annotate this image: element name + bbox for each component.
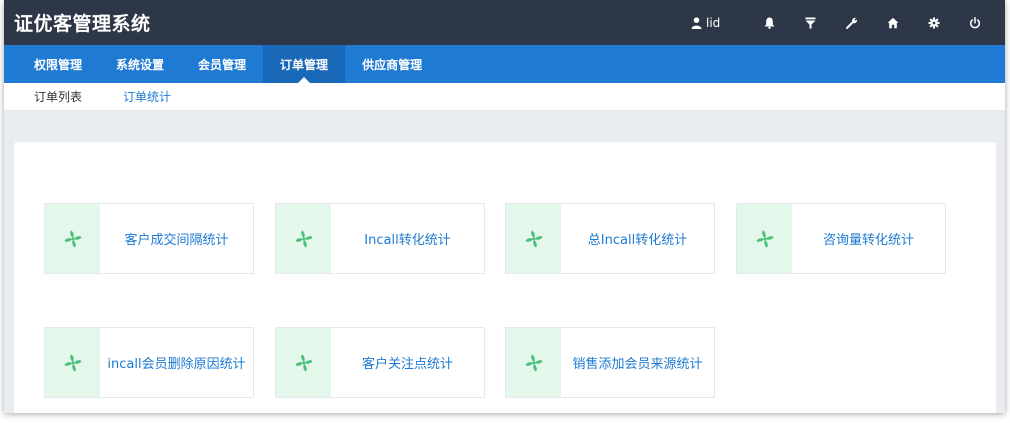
stat-card-member-deletion-reasons[interactable]: incall会员删除原因统计 [44, 327, 254, 398]
stats-panel: 客户成交间隔统计 Incall转化统计 总Incall转化统计 咨询量转化统计 … [14, 142, 996, 413]
subnav-item-order-list[interactable]: 订单列表 [34, 88, 82, 105]
nav-item-system-settings[interactable]: 系统设置 [99, 45, 181, 83]
top-icons: lid [691, 0, 995, 45]
tools-button[interactable] [831, 0, 872, 45]
card-icon-area [506, 328, 561, 397]
notifications-button[interactable] [749, 0, 790, 45]
nav-item-members[interactable]: 会员管理 [181, 45, 263, 83]
gear-icon [928, 17, 939, 28]
stat-card-customer-focus[interactable]: 客户关注点统计 [275, 327, 485, 398]
pinwheel-icon [525, 354, 542, 371]
nav-item-permissions[interactable]: 权限管理 [17, 45, 99, 83]
card-label: Incall转化统计 [364, 233, 451, 248]
app-title: 证优客管理系统 [14, 13, 151, 35]
card-icon-area [506, 204, 561, 273]
logout-button[interactable] [954, 0, 995, 45]
app-window: 证优客管理系统 lid 权限管理 系统设置 会员管理 订单管理 供应商管理 订单… [4, 0, 1005, 413]
subnav-item-order-stats[interactable]: 订单统计 [123, 88, 171, 105]
sub-nav: 订单列表 订单统计 [4, 83, 1005, 111]
card-label: 销售添加会员来源统计 [572, 357, 703, 372]
pinwheel-icon [64, 230, 81, 247]
home-icon [887, 17, 898, 28]
card-icon-area [276, 328, 331, 397]
main-nav: 权限管理 系统设置 会员管理 订单管理 供应商管理 [4, 45, 1005, 83]
filter-button[interactable] [790, 0, 831, 45]
nav-item-orders[interactable]: 订单管理 [263, 45, 346, 83]
settings-button[interactable] [913, 0, 954, 45]
power-icon [969, 16, 980, 28]
card-icon-area [276, 204, 331, 273]
pinwheel-icon [525, 230, 542, 247]
pinwheel-icon [756, 230, 773, 247]
home-button[interactable] [872, 0, 913, 45]
stat-card-total-incall-conversion[interactable]: 总Incall转化统计 [505, 203, 715, 274]
pinwheel-icon [295, 354, 312, 371]
bell-icon [764, 17, 775, 29]
wrench-icon [845, 17, 857, 29]
stat-card-member-source[interactable]: 销售添加会员来源统计 [505, 327, 715, 398]
user-menu[interactable]: lid [691, 0, 749, 45]
card-icon-area [737, 204, 792, 273]
card-label: 客户关注点统计 [361, 357, 453, 372]
pinwheel-icon [295, 230, 312, 247]
user-name: lid [706, 15, 721, 30]
pinwheel-icon [64, 354, 81, 371]
card-label: 咨询量转化统计 [822, 233, 914, 248]
card-label: incall会员删除原因统计 [107, 357, 246, 372]
stat-card-incall-conversion[interactable]: Incall转化统计 [275, 203, 485, 274]
card-label: 总Incall转化统计 [587, 233, 688, 248]
stat-card-inquiry-conversion[interactable]: 咨询量转化统计 [736, 203, 946, 274]
nav-item-suppliers[interactable]: 供应商管理 [345, 45, 439, 83]
filter-icon [805, 17, 816, 28]
top-bar: 证优客管理系统 lid [4, 0, 1005, 45]
card-label: 客户成交间隔统计 [124, 233, 229, 248]
card-icon-area [45, 204, 100, 273]
card-icon-area [45, 328, 100, 397]
user-icon [691, 16, 702, 29]
stat-card-deal-interval[interactable]: 客户成交间隔统计 [44, 203, 254, 274]
